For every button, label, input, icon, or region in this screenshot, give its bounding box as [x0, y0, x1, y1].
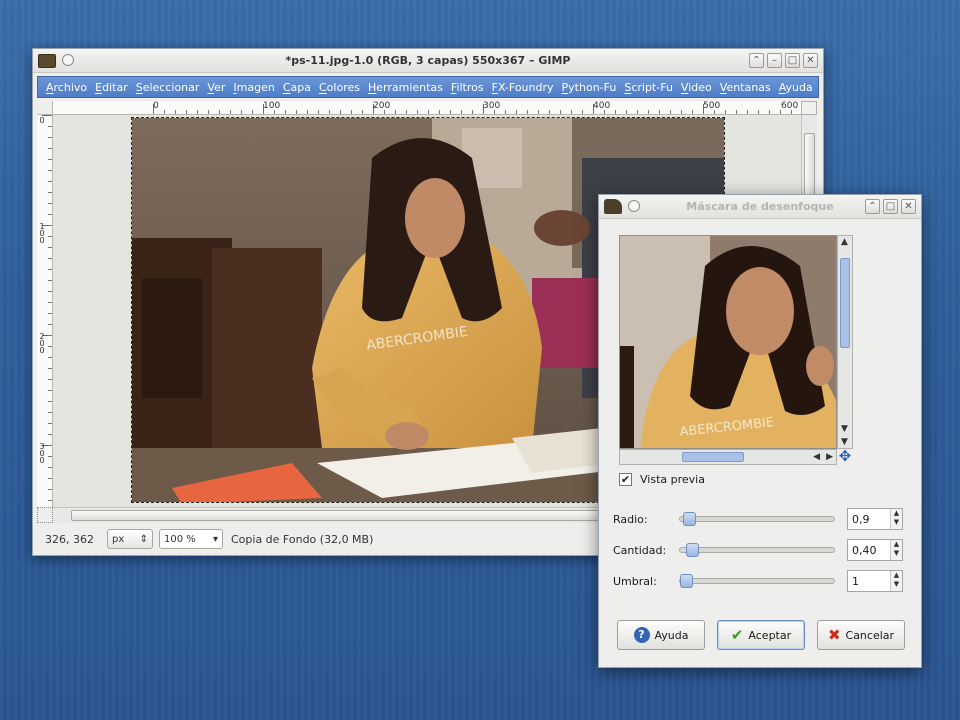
- menu-ver[interactable]: Ver: [203, 81, 229, 94]
- zoom-value: 100 %: [164, 533, 196, 545]
- slider-handle[interactable]: [685, 543, 699, 557]
- amount-slider[interactable]: [679, 543, 835, 557]
- preview-checkbox[interactable]: ✔: [619, 473, 632, 486]
- menu-python-fu[interactable]: Python-Fu: [558, 81, 621, 94]
- menu-archivo[interactable]: Archivo: [42, 81, 91, 94]
- shade-button[interactable]: ⌃: [865, 199, 880, 214]
- pointer-coordinates: 326, 362: [45, 532, 94, 546]
- ruler-label: 300: [39, 442, 45, 465]
- horizontal-ruler[interactable]: 0 100 200 300 400 500 600: [53, 101, 801, 115]
- chevron-down-icon: ▾: [212, 533, 218, 545]
- amount-spinbutton[interactable]: 0,40 ▲ ▼: [847, 539, 903, 561]
- preview-horizontal-scrollbar[interactable]: ◀ ▶: [619, 449, 837, 465]
- spin-updown-icon: ⇕: [139, 533, 148, 545]
- radius-label: Radio:: [613, 512, 648, 526]
- menu-seleccionar[interactable]: Seleccionar: [132, 81, 204, 94]
- ruler-label: 0: [153, 101, 159, 111]
- ruler-label: 100: [39, 222, 45, 245]
- scroll-right-icon[interactable]: ▶: [826, 452, 833, 462]
- unit-value: px: [112, 533, 125, 545]
- ruler-label: 600: [781, 101, 799, 111]
- window-titlebar[interactable]: *ps-11.jpg-1.0 (RGB, 3 capas) 550x367 – …: [33, 49, 823, 73]
- scroll-down-icon[interactable]: ▼: [841, 437, 848, 447]
- navigate-icon[interactable]: [801, 101, 817, 115]
- help-icon: ?: [633, 627, 650, 643]
- vertical-ruler[interactable]: 0 100 200 300: [37, 115, 53, 507]
- menu-capa[interactable]: Capa: [279, 81, 315, 94]
- radius-row: Radio: 0,9 ▲ ▼: [613, 507, 905, 531]
- menu-colores[interactable]: Colores: [315, 81, 364, 94]
- threshold-value: 1: [852, 574, 859, 588]
- menu-ayuda[interactable]: Ayuda: [775, 81, 817, 94]
- maximize-button[interactable]: □: [785, 53, 800, 68]
- maximize-button[interactable]: □: [883, 199, 898, 214]
- slider-handle[interactable]: [680, 574, 693, 588]
- threshold-label: Umbral:: [613, 574, 657, 588]
- quick-mask-toggle[interactable]: [37, 507, 53, 523]
- cancel-label: Cancelar: [845, 628, 895, 642]
- ruler-label: 500: [703, 101, 721, 111]
- amount-row: Cantidad: 0,40 ▲ ▼: [613, 538, 905, 562]
- threshold-slider[interactable]: [679, 574, 835, 588]
- cancel-button[interactable]: ✖ Cancelar: [817, 620, 905, 650]
- close-button[interactable]: ✕: [803, 53, 818, 68]
- threshold-spinbutton[interactable]: 1 ▲ ▼: [847, 570, 903, 592]
- menu-script-fu[interactable]: Script-Fu: [620, 81, 677, 94]
- spin-arrows-icon[interactable]: ▲ ▼: [890, 571, 902, 591]
- radius-slider[interactable]: [679, 512, 835, 526]
- ruler-label: 0: [39, 116, 45, 125]
- preview-vertical-scrollbar[interactable]: ▲ ▼ ▼: [837, 235, 853, 449]
- threshold-row: Umbral: 1 ▲ ▼: [613, 569, 905, 593]
- ruler-label: 300: [483, 101, 501, 111]
- close-button[interactable]: ✕: [901, 199, 916, 214]
- menu-ventanas[interactable]: Ventanas: [716, 81, 775, 94]
- ruler-label: 100: [263, 101, 281, 111]
- navigate-move-icon[interactable]: ✥: [837, 449, 853, 465]
- unit-select[interactable]: px ⇕: [107, 529, 153, 549]
- preview-image[interactable]: ABERCROMBIE: [619, 235, 837, 449]
- ruler-corner[interactable]: [37, 101, 53, 115]
- scroll-down-icon[interactable]: ▼: [841, 424, 848, 434]
- menubar: Archivo Editar Seleccionar Ver Imagen Ca…: [37, 76, 819, 98]
- spin-arrows-icon[interactable]: ▲ ▼: [890, 509, 902, 529]
- minimize-button[interactable]: –: [767, 53, 782, 68]
- scrollbar-thumb[interactable]: [682, 452, 744, 462]
- help-label: Ayuda: [654, 628, 689, 642]
- ruler-label: 400: [593, 101, 611, 111]
- layer-status: Copia de Fondo (32,0 MB): [231, 532, 374, 546]
- radius-value: 0,9: [852, 512, 870, 526]
- window-title: *ps-11.jpg-1.0 (RGB, 3 capas) 550x367 – …: [285, 54, 571, 67]
- dialog-titlebar[interactable]: Máscara de desenfoque ⌃ □ ✕: [599, 195, 921, 219]
- shade-button[interactable]: ⌃: [749, 53, 764, 68]
- preview-toggle[interactable]: ✔ Vista previa: [619, 473, 705, 486]
- menu-imagen[interactable]: Imagen: [229, 81, 278, 94]
- dialog-buttons: ? Ayuda ✔ Aceptar ✖ Cancelar: [617, 620, 905, 650]
- scroll-up-icon[interactable]: ▲: [841, 237, 848, 247]
- slider-handle[interactable]: [682, 512, 696, 526]
- radius-spinbutton[interactable]: 0,9 ▲ ▼: [847, 508, 903, 530]
- scroll-left-icon[interactable]: ◀: [813, 452, 820, 462]
- ok-button[interactable]: ✔ Aceptar: [717, 620, 805, 650]
- menu-fx-foundry[interactable]: FX-Foundry: [488, 81, 558, 94]
- ok-label: Aceptar: [748, 628, 792, 642]
- preview-label: Vista previa: [640, 473, 705, 486]
- ruler-label: 200: [373, 101, 391, 111]
- scrollbar-thumb[interactable]: [840, 258, 850, 348]
- menu-filtros[interactable]: Filtros: [447, 81, 488, 94]
- spin-arrows-icon[interactable]: ▲ ▼: [890, 540, 902, 560]
- menu-editar[interactable]: Editar: [91, 81, 132, 94]
- unsharp-mask-dialog: Máscara de desenfoque ⌃ □ ✕ ABERCROMBIE …: [598, 194, 922, 668]
- checkmark-icon: ✔: [730, 626, 744, 644]
- amount-label: Cantidad:: [613, 543, 667, 557]
- zoom-select[interactable]: 100 % ▾: [159, 529, 223, 549]
- amount-value: 0,40: [852, 543, 877, 557]
- menu-herramientas[interactable]: Herramientas: [364, 81, 447, 94]
- ruler-label: 200: [39, 332, 45, 355]
- help-button[interactable]: ? Ayuda: [617, 620, 705, 650]
- cancel-icon: ✖: [827, 626, 841, 644]
- menu-video[interactable]: Video: [677, 81, 716, 94]
